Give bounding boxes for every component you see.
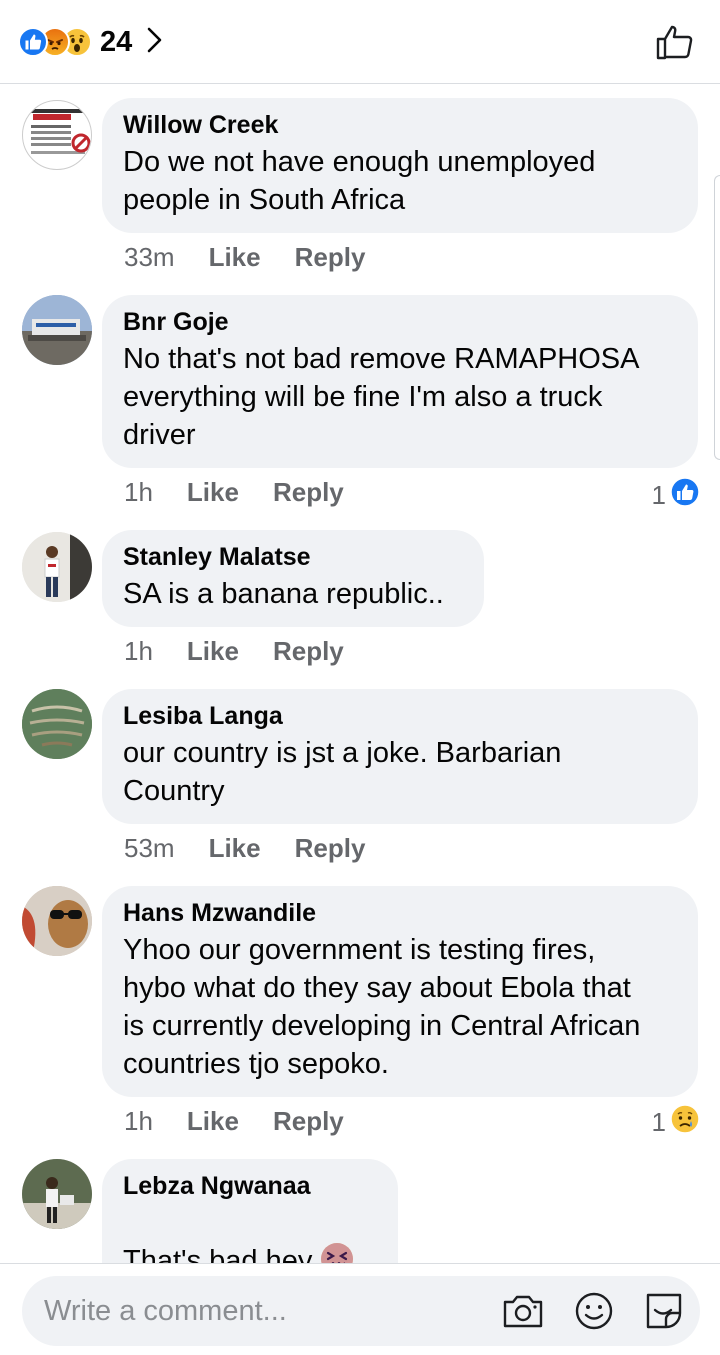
commenter-name[interactable]: Willow Creek	[123, 111, 676, 139]
comment-reaction-count: 1	[651, 1107, 666, 1137]
reactions-summary[interactable]: 24	[18, 26, 164, 58]
like-comment-button[interactable]: Like	[187, 477, 239, 508]
comment-actions: 33m Like Reply	[124, 242, 365, 273]
sad-reaction-icon	[670, 1104, 700, 1141]
comment-time[interactable]: 1h	[124, 477, 153, 508]
comment-text: Do we not have enough unemployed people …	[123, 146, 596, 216]
comment-reactions[interactable]: 1	[652, 1104, 700, 1141]
scrollbar[interactable]	[714, 175, 720, 460]
comment-input[interactable]	[44, 1276, 474, 1346]
comment-actions: 1h Like Reply	[124, 1106, 344, 1137]
camera-icon[interactable]	[502, 1290, 544, 1332]
like-reaction-icon	[670, 477, 700, 514]
reply-comment-button[interactable]: Reply	[273, 1106, 344, 1137]
comment-reaction-count: 1	[651, 480, 666, 510]
comment-text: SA is a banana republic..	[123, 578, 444, 610]
comment-time[interactable]: 1h	[124, 636, 153, 667]
like-reaction-icon	[18, 27, 48, 57]
like-comment-button[interactable]: Like	[209, 242, 261, 273]
comment-actions: 1h Like Reply	[124, 636, 344, 667]
like-comment-button[interactable]: Like	[209, 833, 261, 864]
avatar[interactable]	[22, 295, 92, 365]
comment-time[interactable]: 33m	[124, 242, 175, 273]
avatar[interactable]	[22, 532, 92, 602]
reply-comment-button[interactable]: Reply	[273, 636, 344, 667]
comment-bubble: Lesiba Langa our country is jst a joke. …	[102, 689, 698, 824]
comment-bubble: Willow Creek Do we not have enough unemp…	[102, 98, 698, 233]
avatar[interactable]	[22, 886, 92, 956]
comment-text: No that's not bad remove RAMAPHOSA every…	[123, 343, 640, 451]
reactions-header: 24	[0, 0, 720, 84]
comment-composer	[22, 1276, 700, 1346]
comment-time[interactable]: 53m	[124, 833, 175, 864]
sticker-icon[interactable]	[643, 1290, 685, 1332]
commenter-name[interactable]: Lebza Ngwanaa	[123, 1172, 376, 1200]
like-comment-button[interactable]: Like	[187, 1106, 239, 1137]
chevron-right-icon	[146, 26, 164, 59]
commenter-name[interactable]: Hans Mzwandile	[123, 899, 676, 927]
reply-comment-button[interactable]: Reply	[295, 833, 366, 864]
reaction-count: 24	[100, 25, 133, 58]
comment-bubble: Stanley Malatse SA is a banana republic.…	[102, 530, 484, 627]
comment-time[interactable]: 1h	[124, 1106, 153, 1137]
commenter-name[interactable]: Stanley Malatse	[123, 543, 462, 571]
like-comment-button[interactable]: Like	[187, 636, 239, 667]
commenter-name[interactable]: Lesiba Langa	[123, 702, 676, 730]
comment-reactions[interactable]: 1	[652, 477, 700, 514]
comment-text: our country is jst a joke. Barbarian Cou…	[123, 737, 562, 807]
comment-text: Yhoo our government is testing fires, hy…	[123, 934, 641, 1080]
like-post-button[interactable]	[656, 24, 694, 65]
avatar[interactable]	[22, 100, 92, 170]
avatar[interactable]	[22, 689, 92, 759]
comment-actions: 1h Like Reply	[124, 477, 344, 508]
reply-comment-button[interactable]: Reply	[295, 242, 366, 273]
comment-bubble: Hans Mzwandile Yhoo our government is te…	[102, 886, 698, 1097]
comment-actions: 53m Like Reply	[124, 833, 365, 864]
reply-comment-button[interactable]: Reply	[273, 477, 344, 508]
avatar[interactable]	[22, 1159, 92, 1229]
comment-composer-bar	[0, 1263, 720, 1355]
commenter-name[interactable]: Bnr Goje	[123, 308, 676, 336]
comment-bubble: Bnr Goje No that's not bad remove RAMAPH…	[102, 295, 698, 468]
emoji-icon[interactable]	[573, 1290, 615, 1332]
